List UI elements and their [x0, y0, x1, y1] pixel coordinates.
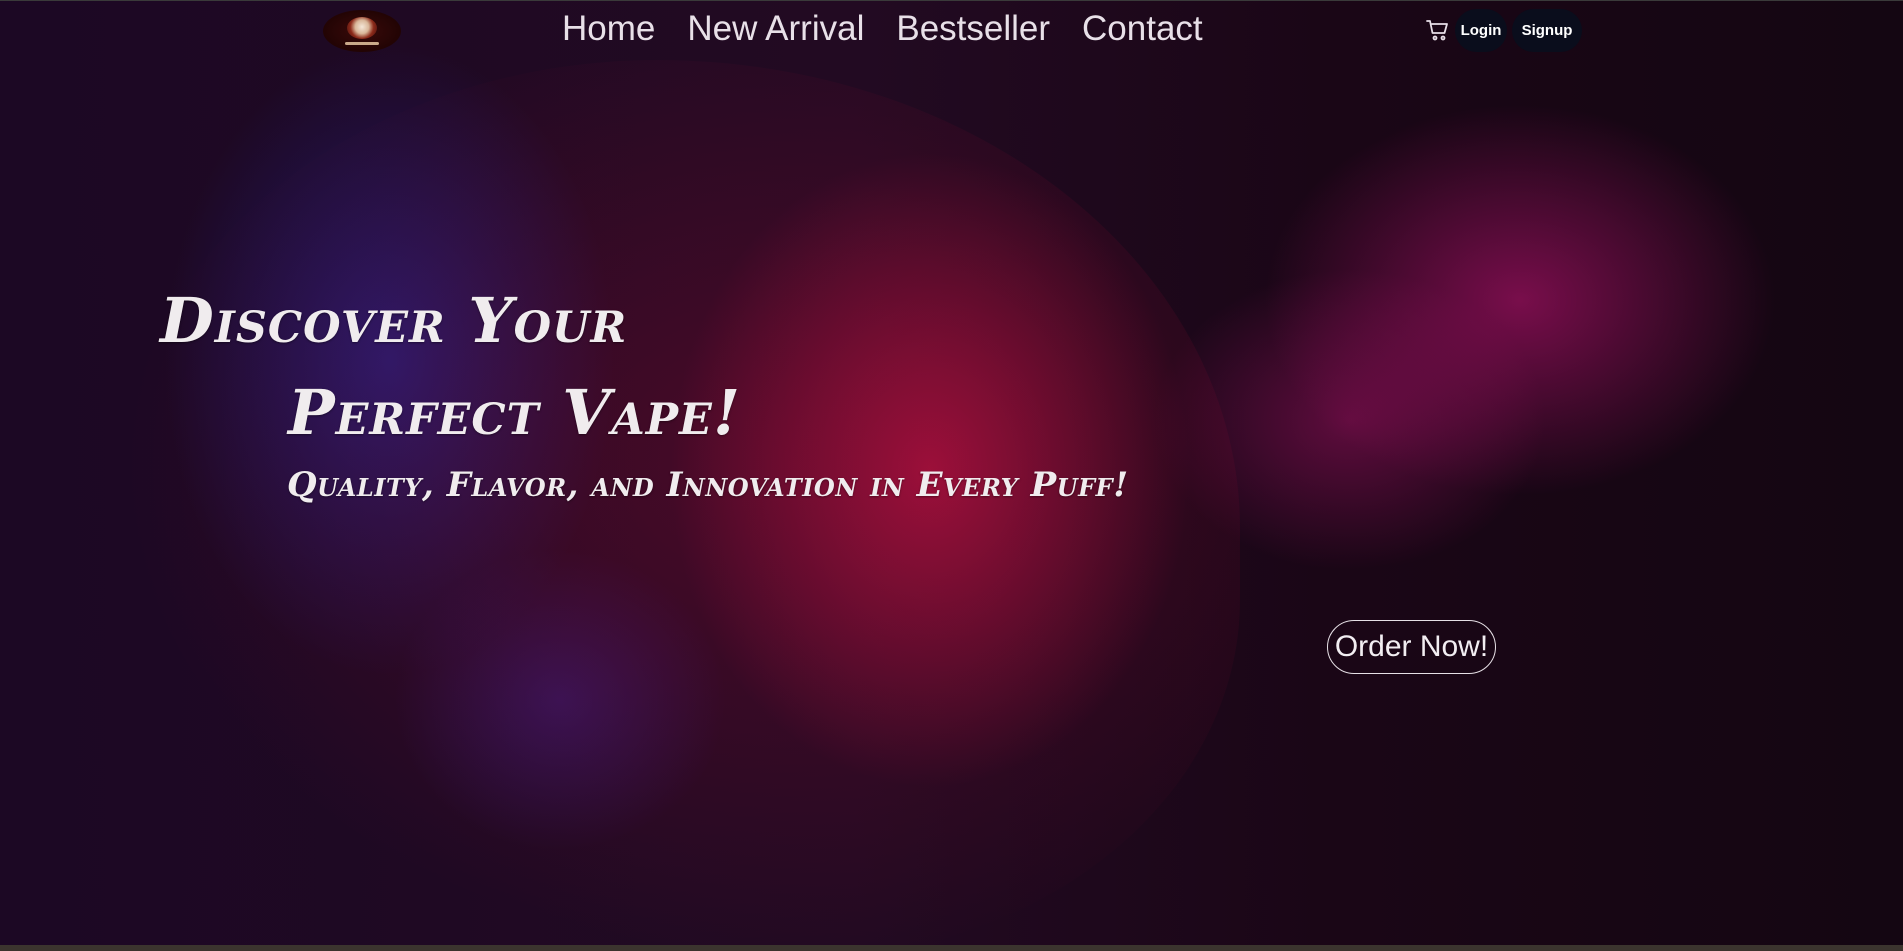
main-nav: Home New Arrival Bestseller Contact	[562, 6, 1203, 52]
cart-icon[interactable]	[1426, 19, 1450, 41]
hero-subheadline: Quality, Flavor, and Innovation in Every…	[287, 465, 1129, 505]
logo-banner	[345, 42, 379, 45]
top-navbar: Home New Arrival Bestseller Contact Logi…	[0, 0, 1903, 56]
hero-headline-line2: Perfect Vape!	[288, 376, 742, 449]
hero-headline-line1: Discover Your	[160, 284, 628, 357]
nav-bestseller[interactable]: Bestseller	[896, 6, 1050, 52]
logo-emblem	[347, 17, 377, 39]
signup-button[interactable]: Signup	[1512, 9, 1582, 52]
page-bottom-border	[0, 945, 1903, 951]
login-button[interactable]: Login	[1455, 9, 1507, 52]
shop-logo[interactable]	[323, 10, 401, 52]
nav-contact[interactable]: Contact	[1082, 6, 1203, 52]
nav-new-arrival[interactable]: New Arrival	[687, 6, 864, 52]
nav-home[interactable]: Home	[562, 6, 655, 52]
order-now-button[interactable]: Order Now!	[1327, 620, 1496, 674]
